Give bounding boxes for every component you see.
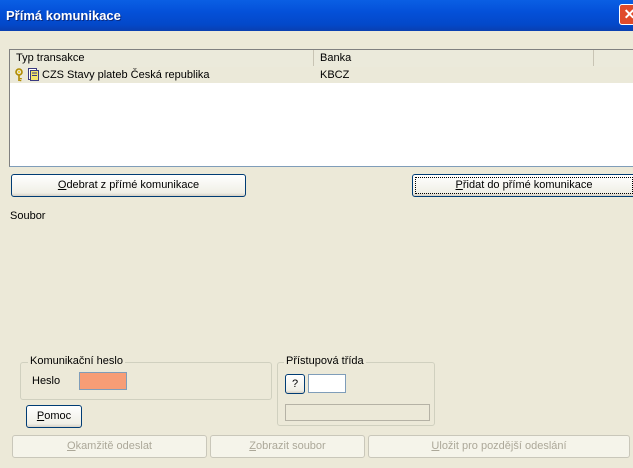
list-header: Typ transakce Banka xyxy=(10,50,633,68)
transaction-type-cell: CZS Stavy plateb Česká republika xyxy=(42,69,210,81)
close-icon: ✕ xyxy=(623,6,633,22)
send-now-button[interactable]: Okamžitě odeslat xyxy=(12,435,207,458)
password-label: Heslo xyxy=(32,375,61,387)
access-class-lookup-button[interactable]: ? xyxy=(285,374,305,394)
bank-cell: KBCZ xyxy=(320,69,350,81)
save-for-later-button[interactable]: Uložit pro pozdější odeslání xyxy=(368,435,630,458)
document-icon xyxy=(28,68,39,84)
window-title: Přímá komunikace xyxy=(6,8,121,23)
password-input[interactable] xyxy=(79,372,127,390)
file-label: Soubor xyxy=(10,210,46,222)
close-button[interactable]: ✕ xyxy=(619,4,633,25)
help-button[interactable]: Pomoc xyxy=(26,405,82,428)
column-header-transaction-type[interactable]: Typ transakce xyxy=(10,50,314,66)
access-class-input[interactable] xyxy=(308,374,346,393)
access-class-description-field xyxy=(285,404,430,421)
column-header-bank[interactable]: Banka xyxy=(314,50,594,66)
remove-from-direct-communication-button[interactable]: Odebrat z přímé komunikace xyxy=(11,174,246,197)
key-icon xyxy=(14,68,24,84)
access-class-group-label: Přístupová třída xyxy=(284,355,366,367)
table-row[interactable]: CZS Stavy plateb Česká republika KBCZ xyxy=(10,67,633,83)
title-bar[interactable]: Přímá komunikace ✕ xyxy=(0,0,633,31)
add-to-direct-communication-button[interactable]: Přidat do přímé komunikace xyxy=(412,174,633,197)
communication-password-group-label: Komunikační heslo xyxy=(28,355,125,367)
transaction-list[interactable]: Typ transakce Banka CZS Stavy plateb Čes xyxy=(9,49,633,167)
show-file-button[interactable]: Zobrazit soubor xyxy=(210,435,365,458)
